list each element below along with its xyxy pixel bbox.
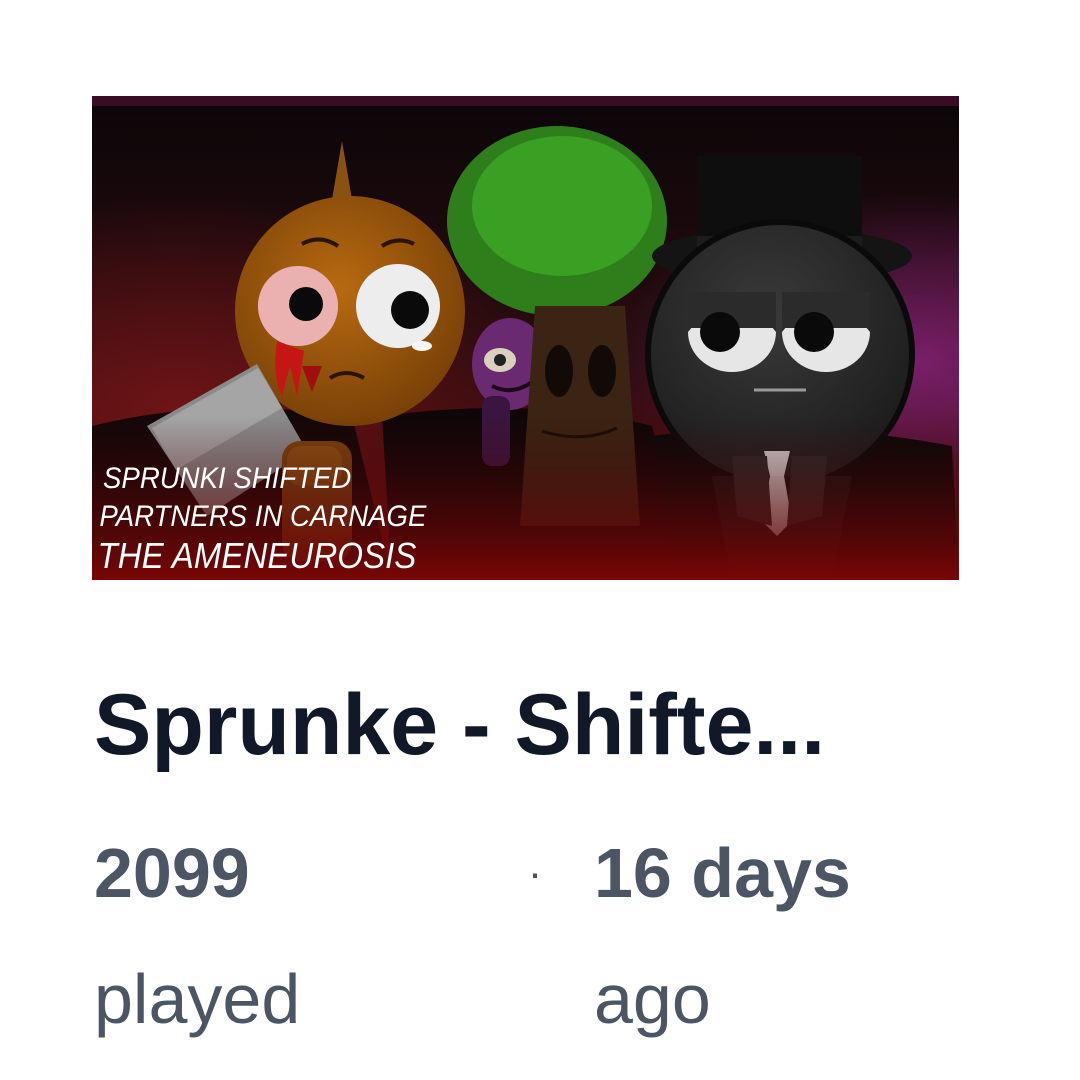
game-thumbnail[interactable]: SPRUNKI SHIFTED PARTNERS IN CARNAGE THE … [92, 96, 959, 580]
play-count-value: 2099 [94, 834, 250, 912]
published-age-unit: ago [594, 960, 711, 1038]
thumbnail-caption-line-3: THE AMENEUROSIS [98, 537, 417, 577]
meta-separator: · [528, 849, 542, 896]
published-age-value: 16 days [594, 834, 851, 912]
play-count: 2099 played [94, 838, 300, 1034]
game-title[interactable]: Sprunke - Shifte... [94, 670, 994, 780]
thumbnail-caption-line-2: PARTNERS IN CARNAGE [99, 500, 427, 533]
play-count-unit: played [94, 960, 301, 1038]
thumbnail-artwork: SPRUNKI SHIFTED PARTNERS IN CARNAGE THE … [92, 96, 959, 580]
game-card[interactable]: SPRUNKI SHIFTED PARTNERS IN CARNAGE THE … [0, 0, 1080, 1080]
published-age: 16 days ago [594, 838, 851, 1034]
thumbnail-caption-line-1: SPRUNKI SHIFTED [103, 462, 351, 495]
